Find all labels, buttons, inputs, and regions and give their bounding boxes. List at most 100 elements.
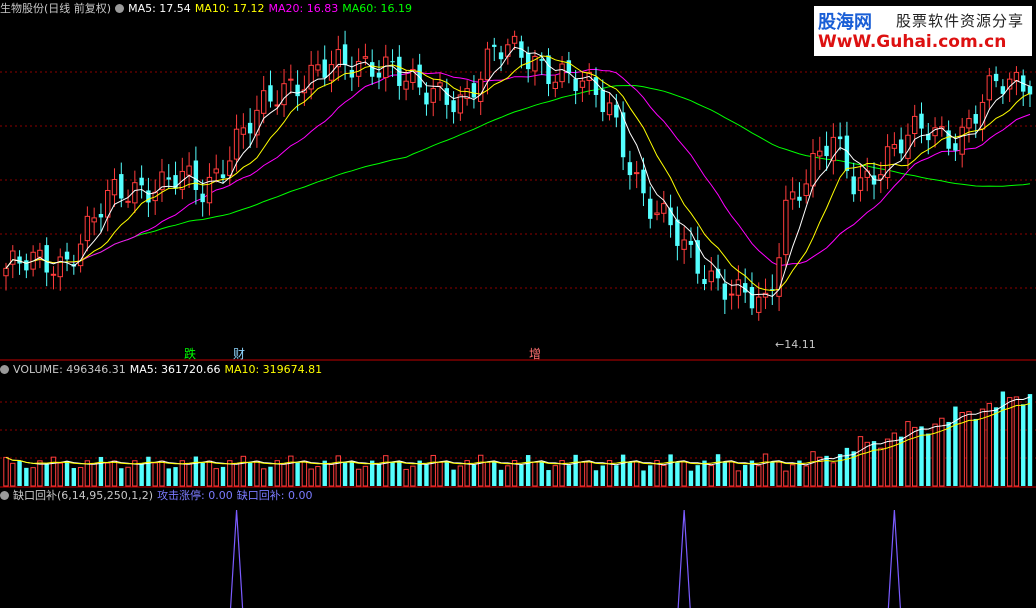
indicator-header: 缺口回补(6,14,95,250,1,2) 攻击涨停: 0.00 缺口回补: 0.0… bbox=[0, 488, 316, 504]
volume-bar bbox=[91, 463, 97, 487]
candle-body bbox=[362, 56, 369, 59]
volume-bar bbox=[64, 460, 70, 486]
volume-bar bbox=[349, 461, 355, 486]
volume-ma5-label: MA5: 361720.66 bbox=[129, 363, 221, 376]
volume-bar bbox=[315, 466, 321, 487]
volume-bar bbox=[973, 418, 978, 486]
volume-bar bbox=[308, 468, 314, 487]
candle-body bbox=[756, 296, 762, 313]
settings-circle-icon[interactable] bbox=[115, 4, 125, 13]
volume-bar bbox=[111, 460, 118, 487]
indicator-spikes bbox=[229, 509, 901, 608]
candle-body bbox=[803, 183, 809, 197]
candle-body bbox=[64, 251, 70, 260]
volume-bar bbox=[213, 468, 219, 487]
volume-bar bbox=[789, 464, 796, 487]
candle-body bbox=[281, 83, 287, 106]
low-price-label: ←14.11 bbox=[775, 338, 816, 351]
candle-body bbox=[193, 160, 199, 190]
candle-body bbox=[260, 90, 267, 114]
volume-bar bbox=[810, 451, 816, 487]
price-header: 生物股份(日线 前复权) MA5: 17.54 MA10: 17.12 MA20: 1… bbox=[0, 1, 416, 17]
candle-body bbox=[322, 59, 327, 78]
candle-body bbox=[430, 88, 436, 103]
volume-bar bbox=[430, 454, 436, 487]
candle-body bbox=[484, 48, 491, 81]
candle-body bbox=[233, 128, 240, 160]
volume-bar bbox=[912, 426, 918, 487]
volume-bar bbox=[3, 456, 9, 487]
volume-bar bbox=[355, 468, 362, 487]
volume-bar bbox=[776, 461, 782, 487]
candle-body bbox=[783, 199, 789, 256]
candle-body bbox=[633, 172, 640, 175]
tag-zeng: 增 bbox=[529, 347, 542, 361]
indicator-circle-icon[interactable] bbox=[0, 491, 9, 500]
volume-bar bbox=[247, 462, 253, 486]
candle-body bbox=[675, 219, 680, 246]
volume-bar bbox=[30, 467, 36, 487]
candle-body bbox=[708, 270, 714, 283]
candle-body bbox=[288, 78, 294, 81]
stock-chart bbox=[0, 30, 1036, 608]
candle-body bbox=[220, 174, 226, 179]
volume-bar bbox=[254, 460, 260, 487]
candle-body bbox=[471, 83, 477, 98]
volume-bar bbox=[471, 464, 477, 486]
candle-body bbox=[376, 72, 382, 78]
candle-body bbox=[539, 59, 544, 61]
candle-body bbox=[817, 150, 823, 157]
volume-bar bbox=[342, 462, 348, 486]
volume-bar bbox=[593, 470, 599, 486]
candle-body bbox=[139, 177, 144, 186]
candle-body bbox=[905, 134, 911, 159]
volume-bar bbox=[742, 464, 748, 486]
candle-body bbox=[654, 212, 660, 216]
volume-ma-lines bbox=[5, 396, 1031, 466]
tag-cai: 财 bbox=[233, 347, 246, 361]
candle-body bbox=[57, 256, 63, 278]
volume-bar bbox=[1021, 404, 1026, 486]
volume-circle-icon[interactable] bbox=[0, 365, 9, 374]
tag-die: 跌 bbox=[184, 347, 197, 361]
watermark-slogan: 股票软件资源分享 bbox=[896, 12, 1025, 30]
volume-bar bbox=[695, 465, 700, 486]
candle-body bbox=[891, 144, 898, 149]
volume-bar bbox=[681, 461, 687, 487]
ma20-label: MA20: 16.83 bbox=[268, 2, 339, 15]
volume-bar bbox=[688, 470, 694, 486]
candle-body bbox=[722, 283, 728, 300]
volume-bar bbox=[803, 465, 809, 487]
indicator-spike bbox=[677, 509, 691, 608]
indicator-spike bbox=[887, 509, 901, 608]
candle-body bbox=[478, 78, 484, 102]
volume-ma5-series bbox=[5, 396, 1031, 466]
volume-bar bbox=[37, 460, 43, 487]
watermark-site: 股海网 bbox=[818, 12, 872, 33]
volume-bar bbox=[783, 470, 789, 487]
candle-body bbox=[546, 55, 551, 85]
candle-body bbox=[1006, 78, 1013, 90]
volume-bar bbox=[600, 465, 605, 486]
volume-bar bbox=[437, 461, 443, 487]
candle-body bbox=[315, 64, 321, 71]
volume-bar bbox=[830, 462, 837, 487]
volume-bar bbox=[661, 464, 667, 487]
volume-bar bbox=[648, 465, 653, 486]
volume-bar bbox=[586, 461, 592, 487]
volume-bar bbox=[159, 460, 165, 487]
volume-ma10-series bbox=[5, 403, 1031, 465]
volume-bar bbox=[871, 441, 877, 486]
volume-bar bbox=[44, 463, 49, 486]
candle-body bbox=[559, 63, 565, 83]
volume-header: VOLUME: 496346.31 MA5: 361720.66 MA10: 319… bbox=[0, 362, 326, 378]
volume-bar bbox=[525, 455, 531, 486]
candle-body bbox=[451, 100, 456, 113]
volume-bar bbox=[335, 455, 341, 487]
candle-body bbox=[437, 82, 443, 87]
volume-bar bbox=[193, 456, 199, 486]
volume-bar bbox=[756, 465, 762, 487]
volume-bar bbox=[722, 461, 728, 486]
volume-bar bbox=[206, 460, 213, 487]
volume-bar bbox=[478, 454, 484, 487]
